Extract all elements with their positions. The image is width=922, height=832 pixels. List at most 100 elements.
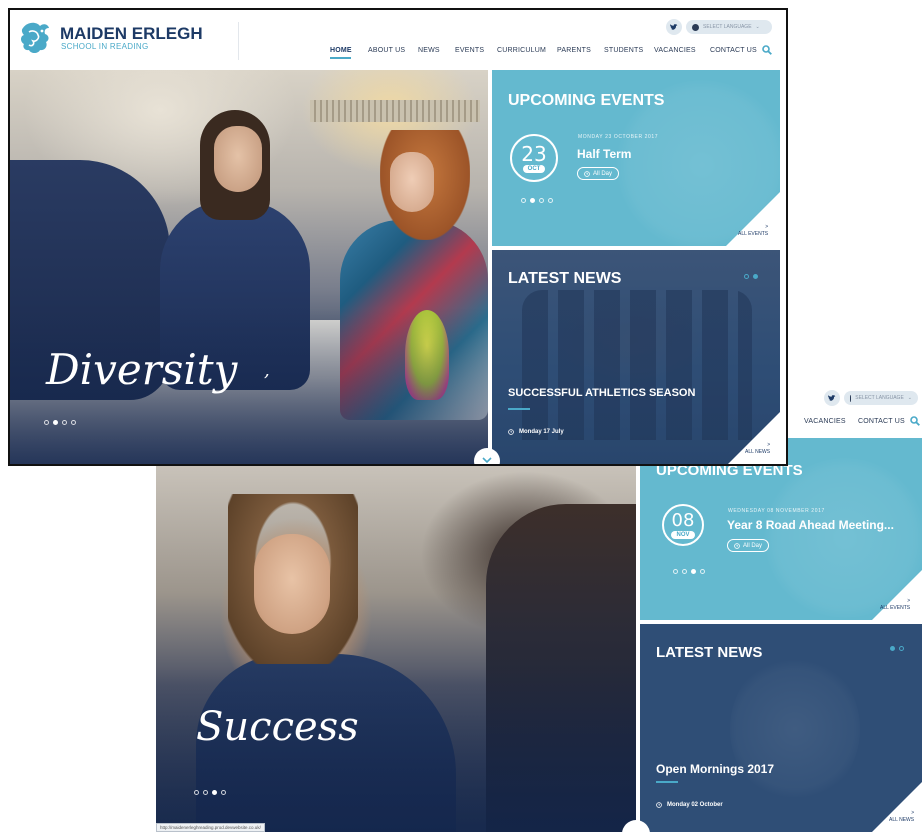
news-underline	[656, 781, 678, 783]
event-date-badge: 23 OCT	[510, 134, 558, 182]
clock-icon	[734, 542, 740, 549]
search-icon[interactable]	[762, 45, 772, 55]
events-title: UPCOMING EVENTS	[508, 92, 665, 109]
chevron-down-icon: ⌄	[755, 24, 760, 30]
search-icon[interactable]	[910, 416, 920, 426]
slider-dot[interactable]	[53, 420, 58, 425]
clock-icon	[508, 429, 514, 435]
status-url: http://maidenerleghreading.prod.devwebsi…	[156, 823, 265, 832]
twitter-button[interactable]	[666, 19, 682, 35]
nav-about-us[interactable]: ABOUT US	[368, 47, 405, 54]
chevron-down-icon: ⌄	[907, 395, 912, 401]
news-underline	[508, 408, 530, 410]
event-date-line: MONDAY 23 OCTOBER 2017	[578, 134, 659, 140]
news-headline-link[interactable]: SUCCESSFUL ATHLETICS SEASON	[508, 387, 695, 399]
language-label: SELECT LANGUAGE	[703, 24, 752, 30]
slider-dot[interactable]	[899, 646, 904, 651]
slider-dot[interactable]	[44, 420, 49, 425]
slider-dot[interactable]	[744, 274, 749, 279]
slider-dot[interactable]	[62, 420, 67, 425]
all-events-label: ALL EVENTS	[738, 230, 769, 237]
slider-dot[interactable]	[548, 198, 553, 203]
slider-dot[interactable]	[530, 198, 535, 203]
news-slider-dots[interactable]	[744, 274, 758, 279]
event-name-link[interactable]: Year 8 Road Ahead Meeting...	[727, 518, 894, 532]
globe-icon	[692, 23, 699, 31]
events-slider-dots[interactable]	[521, 198, 553, 203]
news-date: Monday 17 July	[508, 429, 564, 435]
event-time: All Day	[743, 542, 763, 549]
dragon-logo-icon	[21, 22, 49, 53]
nav-home[interactable]: HOME	[330, 47, 352, 54]
hero-caption-extra: ,	[264, 360, 270, 381]
slider-dot[interactable]	[700, 569, 705, 574]
nav-contact-us[interactable]: CONTACT US	[710, 47, 757, 54]
slider-dot[interactable]	[194, 790, 199, 795]
all-events-link[interactable]: > ALL EVENTS	[738, 224, 768, 237]
slider-dot[interactable]	[71, 420, 76, 425]
news-date-text: Monday 02 October	[667, 802, 723, 808]
news-title: LATEST NEWS	[508, 270, 622, 287]
nav-students[interactable]: STUDENTS	[604, 47, 643, 54]
slider-dot[interactable]	[521, 198, 526, 203]
dragon-watermark	[730, 654, 860, 804]
news-title: LATEST NEWS	[656, 644, 763, 661]
hero-caption: Diversity	[46, 345, 238, 394]
header-divider	[238, 22, 239, 60]
hero-slider-dots[interactable]	[194, 790, 226, 795]
slider-dot[interactable]	[221, 790, 226, 795]
events-slider-dots[interactable]	[673, 569, 705, 574]
hero-slider-dots[interactable]	[44, 420, 76, 425]
event-time: All Day	[593, 170, 613, 177]
nav-contact-us[interactable]: CONTACT US	[858, 418, 905, 425]
news-date: Monday 02 October	[656, 802, 723, 808]
event-date-badge: 08 NOV	[662, 504, 704, 546]
language-select[interactable]: SELECT LANGUAGE ⌄	[686, 20, 772, 34]
slider-dot[interactable]	[691, 569, 696, 574]
all-news-link[interactable]: > ALL NEWS	[745, 442, 770, 455]
event-month: NOV	[671, 530, 695, 539]
twitter-icon	[670, 23, 678, 30]
nav-curriculum[interactable]: CURRICULUM	[497, 47, 546, 54]
all-news-link[interactable]: > ALL NEWS	[889, 810, 914, 823]
event-time-pill: All Day	[577, 167, 620, 180]
brand-name[interactable]: MAIDEN ERLEGH	[60, 24, 203, 44]
header-bar	[786, 382, 922, 434]
screenshot-top: MAIDEN ERLEGH SCHOOL IN READING SELECT L…	[8, 8, 788, 466]
nav-parents[interactable]: PARENTS	[557, 47, 591, 54]
slider-dot[interactable]	[753, 274, 758, 279]
hero-caption: Success	[196, 704, 359, 750]
hero-photo-diversity	[10, 70, 488, 464]
nav-news[interactable]: NEWS	[418, 47, 440, 54]
event-name-link[interactable]: Half Term	[577, 147, 631, 161]
event-time-pill: All Day	[727, 539, 770, 552]
all-news-label: ALL NEWS	[889, 816, 915, 823]
all-news-label: ALL NEWS	[745, 448, 771, 455]
twitter-button[interactable]	[824, 390, 840, 406]
clock-icon	[656, 802, 662, 808]
hero-overlay	[10, 70, 488, 464]
slider-dot[interactable]	[890, 646, 895, 651]
chevron-down-icon	[482, 457, 492, 464]
all-events-label: ALL EVENTS	[880, 604, 911, 611]
all-events-link[interactable]: > ALL EVENTS	[880, 598, 910, 611]
event-date-line: WEDNESDAY 08 NOVEMBER 2017	[728, 508, 825, 514]
hero-overlay	[156, 464, 636, 832]
slider-dot[interactable]	[203, 790, 208, 795]
slider-dot[interactable]	[539, 198, 544, 203]
slider-dot[interactable]	[212, 790, 217, 795]
language-label: SELECT LANGUAGE	[855, 395, 904, 401]
slider-dot[interactable]	[682, 569, 687, 574]
nav-vacancies[interactable]: VACANCIES	[654, 47, 696, 54]
brand-tagline: SCHOOL IN READING	[61, 42, 149, 51]
news-headline-link[interactable]: Open Mornings 2017	[656, 762, 774, 776]
event-day: 23	[521, 141, 547, 166]
nav-vacancies[interactable]: VACANCIES	[804, 418, 846, 425]
nav-events[interactable]: EVENTS	[455, 47, 484, 54]
clock-icon	[584, 170, 590, 177]
events-corner	[872, 570, 922, 620]
slider-dot[interactable]	[673, 569, 678, 574]
news-slider-dots[interactable]	[890, 646, 904, 651]
language-select[interactable]: SELECT LANGUAGE ⌄	[844, 391, 918, 405]
news-corner	[872, 782, 922, 832]
